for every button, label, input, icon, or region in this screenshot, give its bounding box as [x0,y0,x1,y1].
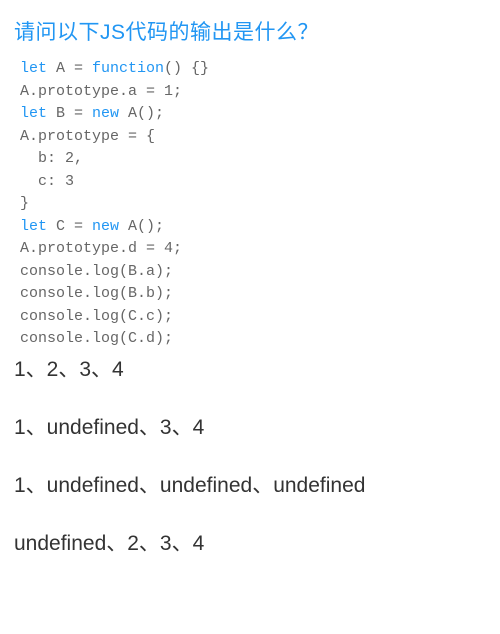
code-line: c: 3 [20,171,486,194]
question-title: 请问以下JS代码的输出是什么？ [14,16,486,46]
answer-option-a[interactable]: 1、2、3、4 [14,353,486,383]
code-line: b: 2, [20,148,486,171]
code-line: A.prototype.d = 4; [20,238,486,261]
code-block: let A = function() {}A.prototype.a = 1;l… [14,58,486,351]
code-line: let B = new A(); [20,103,486,126]
code-line: } [20,193,486,216]
code-line: console.log(C.c); [20,306,486,329]
code-line: A.prototype.a = 1; [20,81,486,104]
answer-option-d[interactable]: undefined、2、3、4 [14,527,486,557]
code-line: A.prototype = { [20,126,486,149]
answer-option-b[interactable]: 1、undefined、3、4 [14,411,486,441]
code-line: console.log(B.b); [20,283,486,306]
code-line: let C = new A(); [20,216,486,239]
code-line: console.log(C.d); [20,328,486,351]
answer-option-c[interactable]: 1、undefined、undefined、undefined [14,469,486,499]
code-line: console.log(B.a); [20,261,486,284]
code-line: let A = function() {} [20,58,486,81]
